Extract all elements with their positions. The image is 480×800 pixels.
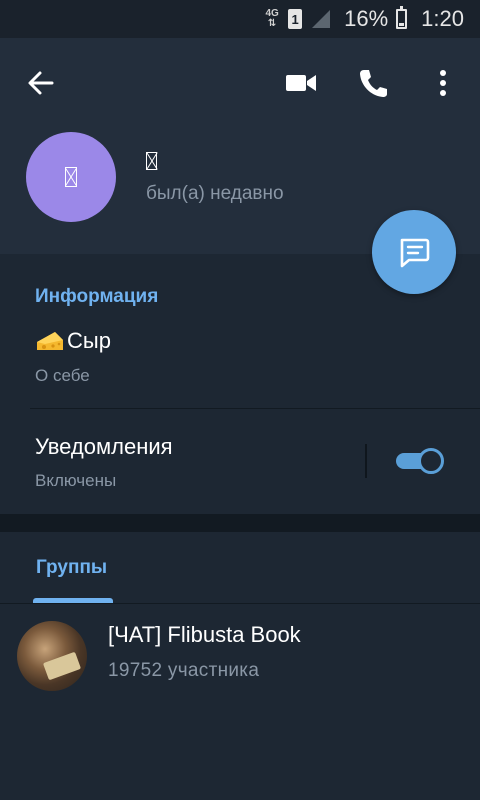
bio-text: Сыр — [67, 328, 111, 353]
notifications-value: Включены — [35, 471, 117, 490]
status-bar: 4G ⇅ 1 16% 1:20 — [0, 0, 480, 38]
info-title: Информация — [35, 286, 159, 307]
list-item[interactable]: [ЧАТ] Flibusta Book 19752 участника — [0, 604, 480, 700]
divider — [30, 408, 480, 409]
battery-icon — [396, 6, 408, 29]
section-gap — [0, 514, 480, 532]
video-call-icon[interactable] — [284, 66, 318, 100]
tab-bar: Группы — [0, 532, 480, 604]
more-vert-icon[interactable] — [428, 66, 458, 100]
group-avatar — [17, 621, 87, 691]
group-title: [ЧАТ] Flibusta Book — [108, 622, 301, 647]
network-indicator: 4G ⇅ — [265, 8, 279, 29]
message-icon — [400, 238, 430, 268]
info-section: Информация Сыр О себе Уведомления Включе… — [0, 256, 480, 512]
last-seen-status: был(а) недавно — [146, 183, 284, 204]
network-type: 4G — [265, 8, 279, 19]
avatar-glyph — [65, 167, 77, 187]
battery-percent: 16% — [344, 6, 389, 31]
notifications-label[interactable]: Уведомления — [35, 434, 173, 460]
notifications-toggle[interactable] — [396, 448, 448, 474]
tab-groups[interactable]: Группы — [36, 557, 107, 579]
sim-icon: 1 — [288, 9, 303, 29]
send-message-button[interactable] — [372, 210, 456, 294]
back-arrow-icon[interactable] — [24, 66, 58, 100]
avatar[interactable] — [26, 132, 116, 222]
clock: 1:20 — [421, 6, 464, 31]
vertical-separator — [365, 444, 367, 478]
phone-icon[interactable] — [356, 66, 390, 100]
cheese-icon — [37, 332, 63, 350]
signal-icon — [310, 8, 332, 30]
bio-caption: О себе — [35, 366, 90, 385]
bio-row[interactable]: Сыр — [35, 328, 111, 354]
profile-name — [146, 150, 157, 176]
group-member-count: 19752 участника — [108, 660, 260, 681]
